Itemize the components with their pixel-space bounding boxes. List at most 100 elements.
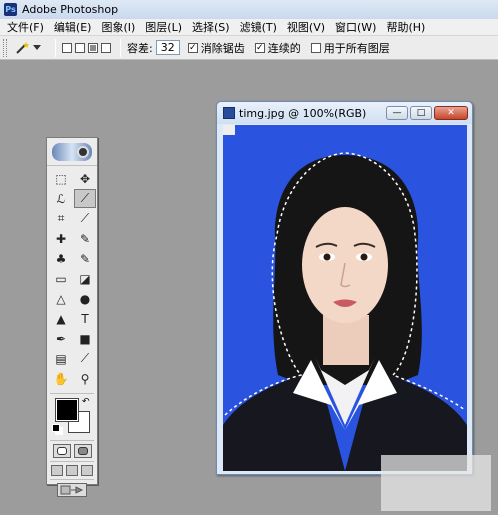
move-tool-button[interactable]: ✥ — [74, 169, 96, 188]
color-swatches: ↶ — [50, 397, 94, 437]
document-title: timg.jpg @ 100%(RGB) — [239, 106, 367, 120]
new-selection-button[interactable] — [62, 42, 72, 53]
anti-alias-checkbox[interactable]: ✓ 消除锯齿 — [187, 40, 245, 56]
use-all-layers-checkbox[interactable]: 用于所有图层 — [310, 40, 390, 56]
hand-tool-button[interactable]: ✋ — [50, 369, 72, 388]
foreground-color-swatch[interactable] — [55, 398, 79, 422]
tool-grid: ⬚ ✥ ℒ ⟋ ⌗ ⟋ ✚ ✎ ♣ ✎ ▭ ◪ △ ● ▲ T ✒ ■ ▤ ⟋ ✋ ⚲ — [47, 166, 97, 391]
brush-icon: ✎ — [79, 231, 91, 246]
menu-view[interactable]: 视图(V) — [282, 19, 330, 35]
clone-stamp-tool-button[interactable]: ♣ — [50, 249, 72, 268]
eyedropper-tool-button[interactable]: ⟋ — [74, 349, 96, 368]
close-button[interactable]: ✕ — [434, 106, 468, 120]
add-to-selection-button[interactable] — [75, 42, 85, 53]
toolbox-header[interactable] — [47, 138, 97, 166]
ruler-origin[interactable] — [223, 125, 235, 135]
adobe-online-icon[interactable] — [52, 142, 92, 161]
type-icon: T — [81, 311, 89, 326]
default-colors-icon[interactable] — [52, 424, 60, 432]
eraser-icon: ▭ — [55, 271, 67, 286]
menu-file[interactable]: 文件(F) — [2, 19, 49, 35]
brush-tool-button[interactable]: ✎ — [74, 229, 96, 248]
tool-preset-picker[interactable] — [15, 41, 41, 55]
jump-to-imageready-button[interactable] — [57, 483, 87, 497]
menu-help[interactable]: 帮助(H) — [381, 19, 430, 35]
divider — [50, 440, 94, 441]
eraser-tool-button[interactable]: ▭ — [50, 269, 72, 288]
photoshop-logo-icon: Ps — [4, 3, 17, 16]
crop-icon: ⌗ — [57, 211, 65, 225]
type-tool-button[interactable]: T — [74, 309, 96, 328]
contiguous-check[interactable]: ✓ — [254, 42, 265, 53]
menu-select[interactable]: 选择(S) — [187, 19, 235, 35]
zoom-icon: ⚲ — [80, 371, 90, 386]
options-bar: 容差: 32 ✓ 消除锯齿 ✓ 连续的 用于所有图层 — [0, 36, 498, 60]
portrait-image — [223, 152, 467, 471]
notes-tool-button[interactable]: ▤ — [50, 349, 72, 368]
image-canvas[interactable] — [223, 125, 467, 471]
blur-icon: △ — [56, 291, 66, 306]
zoom-tool-button[interactable]: ⚲ — [74, 369, 96, 388]
magic-wand-icon: ⟋ — [80, 191, 90, 205]
menu-image[interactable]: 图象(I) — [96, 19, 140, 35]
options-bar-grip[interactable] — [3, 38, 7, 57]
healing-brush-icon: ✚ — [55, 231, 67, 246]
standard-screen-mode-button[interactable] — [51, 465, 63, 476]
contiguous-checkbox[interactable]: ✓ 连续的 — [254, 40, 301, 56]
lasso-icon: ℒ — [56, 191, 66, 206]
jump-to-icon — [60, 485, 84, 495]
paint-bucket-tool-button[interactable]: ◪ — [74, 269, 96, 288]
healing-brush-tool-button[interactable]: ✚ — [50, 229, 72, 248]
magic-wand-icon — [16, 41, 29, 54]
history-brush-tool-button[interactable]: ✎ — [74, 249, 96, 268]
anti-alias-label: 消除锯齿 — [200, 41, 245, 55]
tolerance-input[interactable]: 32 — [155, 40, 180, 55]
path-select-tool-button[interactable]: ▲ — [50, 309, 72, 328]
subtract-from-selection-button[interactable] — [88, 42, 98, 53]
contiguous-label: 连续的 — [267, 41, 301, 55]
menu-window[interactable]: 窗口(W) — [330, 19, 381, 35]
mask-mode-row — [47, 444, 97, 458]
magic-wand-tool-button[interactable]: ⟋ — [74, 189, 96, 208]
hand-icon: ✋ — [53, 371, 69, 386]
lasso-tool-button[interactable]: ℒ — [50, 189, 72, 208]
menu-layer[interactable]: 图层(L) — [140, 19, 187, 35]
minimize-button[interactable]: — — [386, 106, 408, 120]
intersect-selection-button[interactable] — [101, 42, 111, 53]
use-all-layers-check[interactable] — [310, 42, 321, 53]
anti-alias-check[interactable]: ✓ — [187, 42, 198, 53]
crop-tool-button[interactable]: ⌗ — [50, 209, 72, 228]
chevron-down-icon — [33, 44, 41, 50]
marquee-tool-button[interactable]: ⬚ — [50, 169, 72, 188]
quick-mask-mode-button[interactable] — [73, 444, 92, 458]
full-screen-mode-button[interactable] — [81, 465, 93, 476]
document-icon — [223, 107, 235, 119]
standard-mode-icon — [56, 447, 67, 455]
shape-tool-button[interactable]: ■ — [74, 329, 96, 348]
eye-icon — [77, 145, 89, 158]
slice-icon: ⟋ — [80, 211, 90, 225]
dodge-tool-button[interactable]: ● — [74, 289, 96, 308]
maximize-button[interactable]: □ — [410, 106, 432, 120]
divider — [50, 479, 94, 480]
history-brush-icon: ✎ — [79, 251, 91, 266]
paint-bucket-icon: ◪ — [79, 271, 91, 286]
eyedropper-icon: ⟋ — [80, 351, 90, 365]
menu-filter[interactable]: 滤镜(T) — [235, 19, 282, 35]
blur-tool-button[interactable]: △ — [50, 289, 72, 308]
document-title-bar[interactable]: timg.jpg @ 100%(RGB) — □ ✕ — [217, 102, 472, 124]
pen-icon: ✒ — [55, 331, 67, 346]
quick-mask-icon — [77, 447, 88, 455]
document-window: timg.jpg @ 100%(RGB) — □ ✕ — [216, 101, 473, 475]
divider — [50, 393, 94, 394]
toolbox-panel: ⬚ ✥ ℒ ⟋ ⌗ ⟋ ✚ ✎ ♣ ✎ ▭ ◪ △ ● ▲ T ✒ ■ ▤ ⟋ ✋ ⚲ ↶ — [46, 137, 98, 497]
notes-icon: ▤ — [55, 351, 67, 366]
pen-tool-button[interactable]: ✒ — [50, 329, 72, 348]
menu-edit[interactable]: 编辑(E) — [49, 19, 97, 35]
divider — [50, 461, 94, 462]
swap-colors-icon[interactable]: ↶ — [82, 397, 90, 407]
full-screen-menu-mode-button[interactable] — [66, 465, 78, 476]
screen-mode-row — [47, 465, 97, 476]
slice-tool-button[interactable]: ⟋ — [74, 209, 96, 228]
standard-mode-button[interactable] — [52, 444, 71, 458]
